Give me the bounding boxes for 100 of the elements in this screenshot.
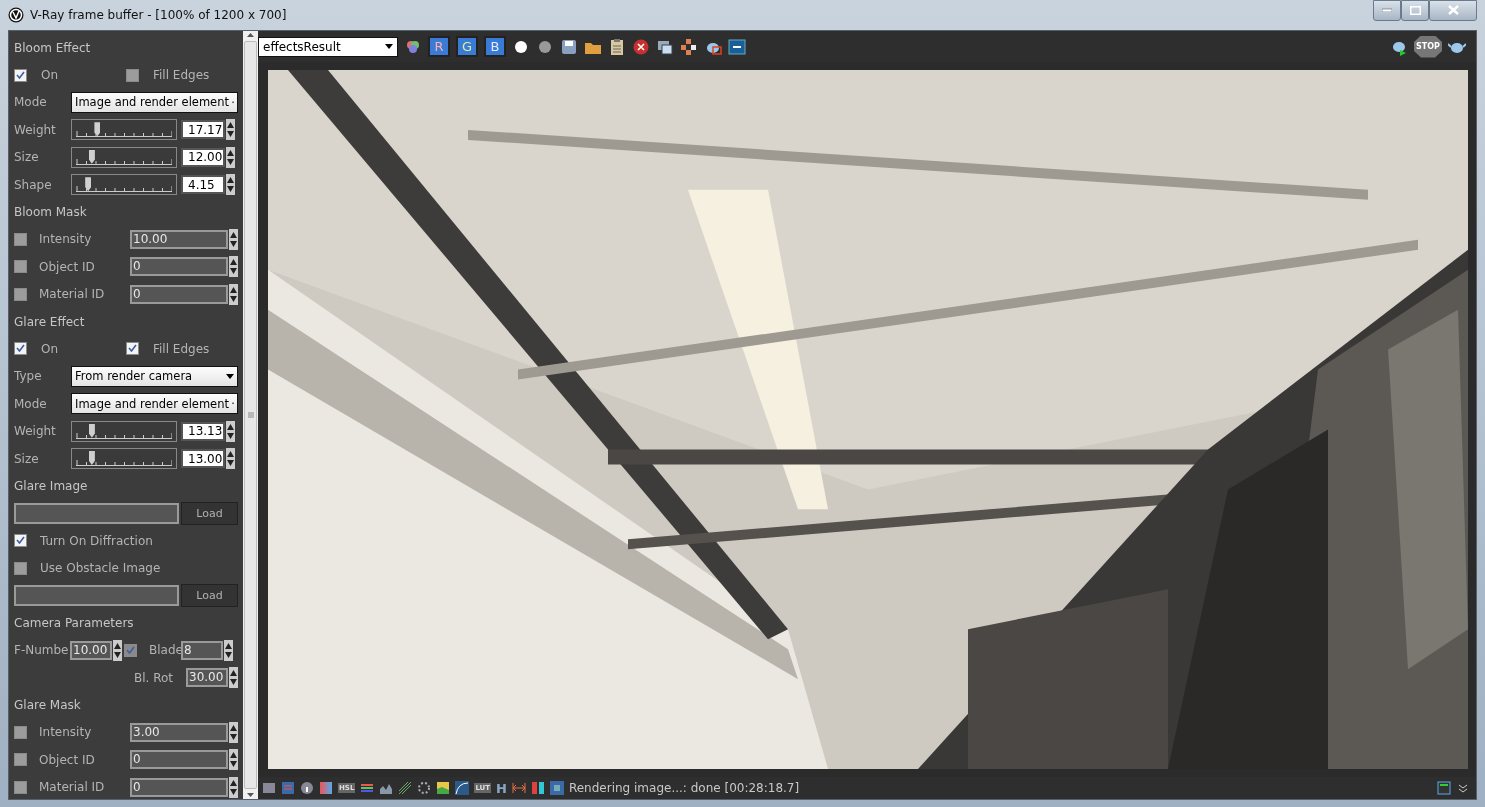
spinner-control[interactable]: [229, 749, 238, 771]
square-icon[interactable]: [549, 781, 564, 795]
scrollbar-thumb[interactable]: [244, 41, 257, 789]
checkbox[interactable]: [14, 232, 27, 246]
layers-icon[interactable]: [281, 781, 295, 795]
section-heading: Bloom Effect: [14, 40, 91, 55]
clipboard-icon[interactable]: [608, 37, 626, 56]
spinner-control[interactable]: [226, 448, 235, 470]
spinner-control[interactable]: [229, 776, 238, 798]
load-button[interactable]: Load: [181, 584, 238, 607]
color-bars-icon[interactable]: [360, 781, 375, 795]
slider[interactable]: [71, 119, 177, 141]
slider-thumb[interactable]: [88, 423, 95, 438]
checkbox[interactable]: [14, 561, 27, 575]
scroll-up-icon[interactable]: [247, 33, 254, 37]
tick-scale-icon: [76, 186, 172, 193]
checkbox[interactable]: [126, 68, 139, 82]
number-field[interactable]: 12.00: [181, 147, 225, 167]
spinner-control[interactable]: [229, 228, 238, 250]
number-field[interactable]: 13.13: [181, 421, 225, 441]
tick-scale-icon: [76, 158, 172, 165]
spinner-control[interactable]: [229, 256, 238, 278]
clear-icon[interactable]: [632, 37, 650, 56]
close-icon: [1447, 5, 1459, 15]
slider[interactable]: [71, 174, 177, 196]
checkbox[interactable]: [14, 68, 27, 82]
checkbox[interactable]: [14, 287, 27, 301]
checkbox-label: Object ID: [39, 752, 96, 767]
curves-icon[interactable]: [398, 781, 413, 795]
number-field[interactable]: 4.15: [181, 175, 225, 195]
slider[interactable]: [71, 448, 177, 470]
spinner-control[interactable]: [224, 639, 233, 661]
spinner-control[interactable]: [113, 639, 122, 661]
dropdown[interactable]: Image and render element: [71, 91, 238, 113]
slider-thumb[interactable]: [85, 177, 92, 192]
number-field[interactable]: 17.17: [181, 120, 225, 140]
field-label: Size: [14, 150, 40, 165]
spinner-control[interactable]: [229, 283, 238, 305]
arrows-icon[interactable]: [511, 781, 526, 795]
number-field[interactable]: 10.00: [130, 229, 228, 249]
columns-icon[interactable]: [530, 781, 545, 795]
checkbox[interactable]: [14, 725, 27, 739]
spinner-control[interactable]: [229, 721, 238, 743]
info-icon[interactable]: [300, 781, 314, 795]
h-icon[interactable]: H: [496, 780, 507, 796]
dotted-ring-icon[interactable]: [417, 781, 432, 795]
dropdown[interactable]: Image and render element: [71, 393, 238, 415]
window-icon[interactable]: [262, 781, 276, 795]
number-field[interactable]: 0: [130, 777, 228, 797]
minimize-button[interactable]: [1373, 0, 1401, 21]
load-button[interactable]: Load: [181, 501, 238, 525]
field-label: Mode: [14, 95, 48, 110]
file-path-field[interactable]: [14, 502, 179, 524]
minimize-icon: [1382, 8, 1392, 12]
channel-toggle[interactable]: B: [484, 36, 506, 57]
number-field[interactable]: 3.00: [130, 722, 228, 742]
checkbox[interactable]: [14, 753, 27, 767]
gradient-icon[interactable]: [319, 781, 333, 795]
channel-dropdown[interactable]: effectsResult: [258, 36, 398, 57]
spinner-control[interactable]: [226, 119, 235, 141]
slider[interactable]: [71, 146, 177, 168]
landscape-icon[interactable]: [436, 781, 451, 795]
dropdown[interactable]: From render camera: [71, 365, 238, 387]
checkbox-label: Fill Edges: [153, 68, 210, 83]
spinner-control[interactable]: [226, 174, 235, 196]
stop-button[interactable]: STOP: [1414, 35, 1442, 58]
checkbox[interactable]: [14, 260, 27, 274]
curve-icon[interactable]: [455, 781, 470, 795]
checkbox-label: Material ID: [39, 780, 106, 795]
maximize-button[interactable]: [1401, 0, 1429, 21]
number-field[interactable]: 0: [130, 284, 228, 304]
number-field[interactable]: 13.00: [181, 449, 225, 469]
save-icon[interactable]: [560, 37, 578, 56]
number-field[interactable]: 0: [130, 257, 228, 277]
file-path-field[interactable]: [14, 585, 179, 606]
checkbox-label: Turn On Diffraction: [40, 533, 153, 548]
close-button[interactable]: [1429, 0, 1477, 21]
number-field[interactable]: 30.00: [186, 668, 228, 688]
checkbox[interactable]: [126, 342, 139, 356]
panel-icon[interactable]: [1437, 781, 1451, 795]
checkbox[interactable]: [14, 780, 27, 794]
compare-icon[interactable]: [728, 37, 746, 56]
channel-toggle[interactable]: G: [456, 36, 478, 57]
grid-icon[interactable]: [680, 37, 698, 56]
spinner-control[interactable]: [226, 146, 235, 168]
app-logo-icon: [8, 7, 24, 23]
spinner-control[interactable]: [226, 420, 235, 442]
spinner-control[interactable]: [229, 667, 238, 689]
slider[interactable]: [71, 420, 177, 442]
slider-thumb[interactable]: [88, 149, 95, 164]
checkbox[interactable]: [14, 534, 27, 548]
slider-thumb[interactable]: [94, 122, 101, 137]
section-heading: Camera Parameters: [14, 615, 134, 630]
grip-icon: [247, 412, 254, 418]
section-heading: Glare Mask: [14, 698, 81, 713]
scrollbar[interactable]: [243, 31, 258, 799]
checkbox[interactable]: [14, 342, 27, 356]
slider-thumb[interactable]: [88, 451, 95, 466]
number-field[interactable]: 0: [130, 750, 228, 770]
scroll-down-icon[interactable]: [247, 793, 254, 797]
